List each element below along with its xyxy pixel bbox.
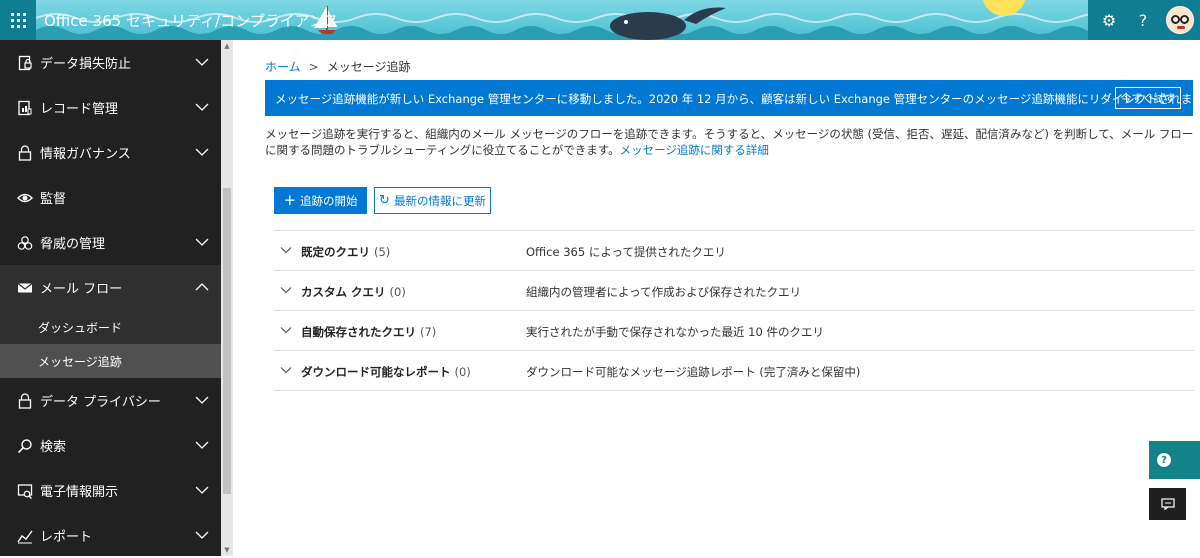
sidebar-subitem-message-trace[interactable]: メッセージ追跡 [0, 344, 221, 378]
sidebar-item-label: 検索 [40, 440, 67, 455]
sidebar-item-label: データ プライバシー [40, 395, 161, 410]
chevron-down-icon [195, 103, 209, 111]
start-trace-label: 追跡の開始 [300, 193, 358, 208]
help-circle-icon: ? [1157, 453, 1171, 467]
start-trace-button[interactable]: + 追跡の開始 [274, 187, 367, 214]
floating-chat-button[interactable] [1149, 488, 1186, 520]
sidebar-item-mail-flow[interactable]: メール フロー [0, 265, 221, 310]
scrollbar-thumb[interactable] [223, 188, 231, 494]
page-description: メッセージ追跡を実行すると、組織内のメール メッセージのフローを追跡できます。そ… [265, 126, 1197, 158]
sidebar-item-label: レコード管理 [40, 102, 119, 117]
query-description: 実行されたが手動で保存されなかった最近 10 件のクエリ [526, 325, 824, 339]
sidebar-item-threat-management[interactable]: 脅威の管理 [0, 220, 221, 265]
floating-help-button[interactable]: ? [1149, 441, 1200, 479]
sidebar-subitem-dashboard[interactable]: ダッシュボード [0, 310, 221, 344]
chevron-down-icon[interactable] [280, 244, 292, 256]
gear-icon[interactable]: ⚙ [1092, 0, 1126, 40]
query-description: ダウンロード可能なメッセージ追跡レポート (完了済みと保留中) [526, 365, 861, 379]
refresh-label: 最新の情報に更新 [393, 193, 486, 208]
plus-icon: + [283, 191, 297, 209]
records-icon [16, 99, 34, 117]
query-name: ダウンロード可能なレポート (0) [301, 365, 471, 379]
query-row-downloadable[interactable]: ダウンロード可能なレポート (0) ダウンロード可能なメッセージ追跡レポート (完… [274, 351, 1194, 391]
top-icons: ⚙ ? [1092, 0, 1200, 40]
lock-icon [16, 144, 34, 162]
sidebar-item-label: メール フロー [40, 282, 123, 297]
sidebar-item-label: レポート [40, 530, 93, 545]
app-title[interactable]: Office 365 セキュリティ/コンプライアンス [44, 10, 339, 31]
chevron-down-icon [195, 531, 209, 539]
lock-doc-icon [16, 54, 34, 72]
lock-icon [16, 392, 34, 410]
breadcrumb-current: メッセージ追跡 [326, 60, 411, 74]
query-description: 組織内の管理者によって作成および保存されたクエリ [526, 285, 802, 299]
info-banner-message: メッセージ追跡機能が新しい Exchange 管理センターに移動しました。202… [275, 92, 1200, 106]
sidebar-item-label: 情報ガバナンス [40, 147, 131, 162]
sidebar-item-data-privacy[interactable]: データ プライバシー [0, 378, 221, 423]
sidebar-item-dlp[interactable]: データ損失防止 [0, 40, 221, 85]
chevron-up-icon [195, 283, 209, 291]
breadcrumb: ホーム > メッセージ追跡 [265, 58, 410, 75]
chevron-down-icon [195, 396, 209, 404]
biohazard-icon [16, 234, 34, 252]
query-row-custom[interactable]: カスタム クエリ (0) 組織内の管理者によって作成および保存されたクエリ [274, 271, 1194, 311]
sidebar-item-label: データ損失防止 [40, 57, 132, 72]
mail-icon [16, 279, 34, 297]
top-bar: Office 365 セキュリティ/コンプライアンス ⚙ ? [0, 0, 1200, 40]
learn-more-link[interactable]: メッセージ追跡に関する詳細 [620, 143, 769, 157]
sidebar-item-label: 監督 [40, 192, 67, 207]
waffle-icon[interactable] [0, 0, 36, 40]
scroll-up-icon[interactable]: ▲ [223, 42, 231, 50]
sidebar-item-info-governance[interactable]: 情報ガバナンス [0, 130, 221, 175]
sidebar-item-supervision[interactable]: 監督 [0, 175, 221, 220]
scroll-down-icon[interactable]: ▼ [223, 546, 231, 554]
query-count: (0) [454, 365, 471, 379]
chevron-down-icon [195, 58, 209, 66]
query-name: カスタム クエリ (0) [301, 285, 406, 299]
query-list: 既定のクエリ (5) Office 365 によって提供されたクエリ カスタム ク… [274, 230, 1194, 391]
chevron-down-icon [195, 441, 209, 449]
try-now-button[interactable]: 今すぐ試す [1115, 87, 1181, 109]
breadcrumb-separator: > [308, 60, 319, 74]
sidebar-item-label: 電子情報開示 [40, 485, 119, 500]
refresh-icon: ↻ [379, 193, 390, 208]
query-description: Office 365 によって提供されたクエリ [526, 245, 726, 259]
help-icon[interactable]: ? [1126, 0, 1160, 40]
main-content: ホーム > メッセージ追跡 メッセージ追跡機能が新しい Exchange 管理センタ… [233, 40, 1200, 556]
search-icon [16, 437, 34, 455]
sidebar-item-ediscovery[interactable]: 電子情報開示 [0, 468, 221, 513]
chevron-down-icon[interactable] [280, 364, 292, 376]
sidebar-item-label: 脅威の管理 [40, 237, 106, 252]
avatar[interactable] [1166, 6, 1194, 34]
chevron-down-icon [195, 148, 209, 156]
sidebar-item-search[interactable]: 検索 [0, 423, 221, 468]
sidebar-scrollbar[interactable]: ▲ ▼ [221, 40, 233, 556]
sidebar: データ損失防止 レコード管理 情報ガバナンス 監督 脅威の管理 メール フロー [0, 40, 221, 556]
query-count: (7) [420, 325, 437, 339]
chevron-down-icon[interactable] [280, 284, 292, 296]
query-row-default[interactable]: 既定のクエリ (5) Office 365 によって提供されたクエリ [274, 231, 1194, 271]
query-count: (5) [374, 245, 391, 259]
query-name: 既定のクエリ (5) [301, 245, 391, 259]
sidebar-item-reports[interactable]: レポート [0, 513, 221, 558]
chevron-down-icon[interactable] [280, 324, 292, 336]
breadcrumb-home-link[interactable]: ホーム [265, 60, 301, 74]
sidebar-item-records[interactable]: レコード管理 [0, 85, 221, 130]
chevron-down-icon [195, 486, 209, 494]
eye-icon [16, 189, 34, 207]
query-name: 自動保存されたクエリ (7) [301, 325, 437, 339]
query-count: (0) [389, 285, 406, 299]
info-banner: メッセージ追跡機能が新しい Exchange 管理センターに移動しました。202… [265, 80, 1200, 116]
chat-icon [1160, 498, 1175, 510]
chevron-down-icon [195, 238, 209, 246]
discovery-icon [16, 482, 34, 500]
chart-icon [16, 527, 34, 545]
theme-banner: Office 365 セキュリティ/コンプライアンス [36, 0, 1200, 40]
refresh-button[interactable]: ↻ 最新の情報に更新 [374, 187, 491, 214]
query-row-autosaved[interactable]: 自動保存されたクエリ (7) 実行されたが手動で保存されなかった最近 10 件のク… [274, 311, 1194, 351]
